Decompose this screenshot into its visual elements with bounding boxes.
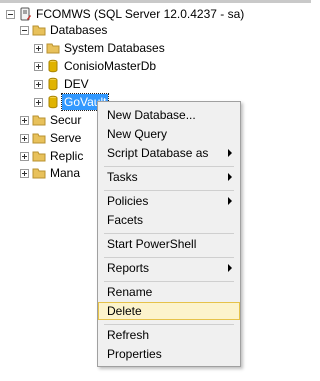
menu-item-properties[interactable]: Properties xyxy=(98,345,240,363)
context-menu: New Database... New Query Script Databas… xyxy=(97,101,241,367)
expand-icon[interactable] xyxy=(20,152,29,161)
expand-icon[interactable] xyxy=(34,98,43,107)
menu-item-start-powershell[interactable]: Start PowerShell xyxy=(98,235,240,253)
menu-item-label: Properties xyxy=(107,347,162,361)
folder-icon xyxy=(32,168,46,179)
security-label: Secur xyxy=(50,113,82,127)
menu-separator xyxy=(104,257,234,258)
dev-label: DEV xyxy=(64,77,89,91)
databases-label: Databases xyxy=(50,23,108,37)
database-icon xyxy=(48,77,58,91)
submenu-arrow-icon xyxy=(228,197,232,205)
folder-icon xyxy=(46,43,60,54)
expand-icon[interactable] xyxy=(20,169,29,178)
expand-icon[interactable] xyxy=(20,134,29,143)
menu-item-reports[interactable]: Reports xyxy=(98,259,240,277)
folder-icon xyxy=(32,151,46,162)
menu-separator xyxy=(104,190,234,191)
expand-icon[interactable] xyxy=(34,44,43,53)
database-icon xyxy=(48,95,58,109)
menu-item-tasks[interactable]: Tasks xyxy=(98,168,240,186)
menu-item-label: Rename xyxy=(107,285,153,299)
folder-icon xyxy=(32,115,46,126)
menu-item-refresh[interactable]: Refresh xyxy=(98,326,240,344)
server-icon xyxy=(20,7,31,21)
menu-item-label: Facets xyxy=(107,213,144,227)
expand-icon[interactable] xyxy=(20,116,29,125)
menu-separator xyxy=(104,324,234,325)
menu-item-delete[interactable]: Delete xyxy=(98,302,240,320)
folder-icon xyxy=(32,133,46,144)
menu-item-label: Refresh xyxy=(107,328,150,342)
menu-item-rename[interactable]: Rename xyxy=(98,283,240,301)
conisiomasterdb-label: ConisioMasterDb xyxy=(64,59,157,73)
submenu-arrow-icon xyxy=(228,173,232,181)
menu-item-new-database[interactable]: New Database... xyxy=(98,106,240,124)
menu-item-label: New Database... xyxy=(107,108,196,122)
menu-item-label: Delete xyxy=(107,304,142,318)
collapse-icon[interactable] xyxy=(6,10,15,19)
menu-item-label: Reports xyxy=(107,261,150,275)
menu-item-label: Policies xyxy=(107,194,149,208)
menu-item-label: Script Database as xyxy=(107,146,209,160)
menu-separator xyxy=(104,281,234,282)
menu-item-script-database-as[interactable]: Script Database as xyxy=(98,144,240,162)
menu-item-label: Start PowerShell xyxy=(107,237,197,251)
management-label: Mana xyxy=(50,166,81,180)
menu-item-facets[interactable]: Facets xyxy=(98,211,240,229)
window-top-border xyxy=(0,0,311,3)
collapse-icon[interactable] xyxy=(20,26,29,35)
submenu-arrow-icon xyxy=(228,149,232,157)
menu-item-label: Tasks xyxy=(107,170,138,184)
database-icon xyxy=(48,59,58,73)
menu-separator xyxy=(104,233,234,234)
menu-item-label: New Query xyxy=(107,127,168,141)
server-objects-label: Serve xyxy=(50,131,82,145)
menu-item-new-query[interactable]: New Query xyxy=(98,125,240,143)
system-databases-label: System Databases xyxy=(64,41,165,55)
menu-separator xyxy=(104,166,234,167)
expand-icon[interactable] xyxy=(34,62,43,71)
server-label: FCOMWS (SQL Server 12.0.4237 - sa) xyxy=(36,7,245,21)
expand-icon[interactable] xyxy=(34,80,43,89)
replication-label: Replic xyxy=(50,149,84,163)
submenu-arrow-icon xyxy=(228,264,232,272)
folder-icon xyxy=(32,25,46,36)
menu-item-policies[interactable]: Policies xyxy=(98,192,240,210)
